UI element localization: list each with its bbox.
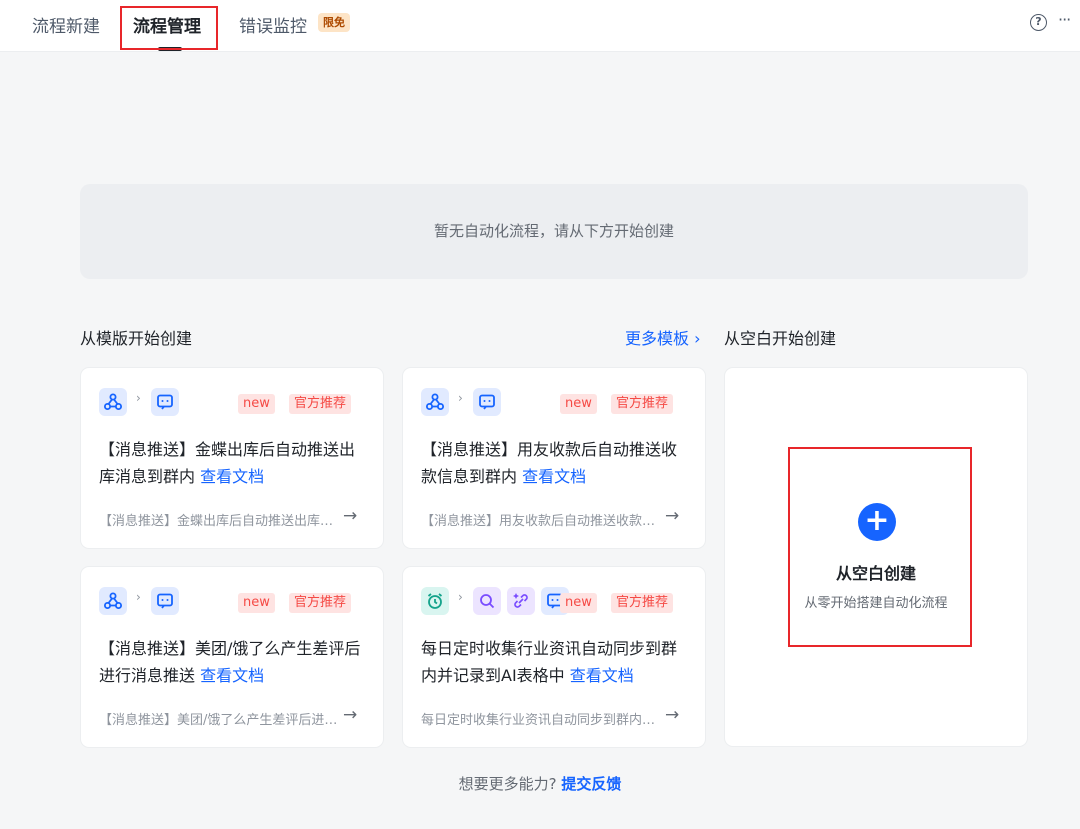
official-recommend-tag: 官方推荐 [611,593,674,613]
webhook-icon [99,587,127,615]
view-doc-link[interactable]: 查看文档 [200,467,264,486]
card-description: 每日定时收集行业资讯自动同步到群内并记录到AI表格中 [421,713,661,728]
view-doc-link[interactable]: 查看文档 [522,467,586,486]
card-description: 【消息推送】金蝶出库后自动推送出库消息到群内 [99,514,339,529]
webhook-icon [99,388,127,416]
template-card[interactable]: › new 官方推荐 【消息推送】金蝶出库后自动推送出库消息到群内 查看文档 【… [81,368,383,548]
more-templates-link[interactable]: 更多模板 › [625,325,701,349]
card-title: 【消息推送】金蝶出库后自动推送出库消息到群内 查看文档 [99,440,356,486]
chevron-right-icon: › [694,329,701,348]
more-horizontal-icon[interactable]: ··· [1058,10,1071,29]
templates-section-title: 从模版开始创建 [80,329,193,348]
new-tag: new [238,394,275,414]
highlight-box-blank [788,447,972,647]
card-title: 每日定时收集行业资讯自动同步到群内并记录到AI表格中 查看文档 [421,639,678,685]
arrow-right-icon[interactable]: → [343,506,357,526]
card-description: 【消息推送】用友收款后自动推送收款信息到群内 [421,514,661,529]
chevron-right-icon: › [458,590,463,604]
webhook-icon [421,388,449,416]
template-card[interactable]: › new 官方推荐 【消息推送】用友收款后自动推送收款信息到群内 查看文档 【… [403,368,705,548]
template-card[interactable]: › new 官方推荐 每日定时收集行业资讯自动同步到群内并记录到AI表格中 查看… [403,567,705,747]
limited-free-badge: 限免 [318,13,350,32]
chevron-right-icon: › [136,391,141,405]
submit-feedback-link[interactable]: 提交反馈 [561,775,621,793]
view-doc-link[interactable]: 查看文档 [200,666,264,685]
feedback-prompt: 想要更多能力? [458,775,557,793]
search-icon [473,587,501,615]
view-doc-link[interactable]: 查看文档 [570,666,634,685]
card-description: 【消息推送】美团/饿了么产生差评后进行消息推送 [99,713,339,728]
help-circle-icon[interactable]: ? [1030,14,1047,31]
chevron-right-icon: › [136,590,141,604]
arrow-right-icon[interactable]: → [665,705,679,725]
tab-error-monitor[interactable]: 错误监控 [239,12,307,37]
new-tag: new [238,593,275,613]
official-recommend-tag: 官方推荐 [289,593,352,613]
card-title: 【消息推送】用友收款后自动推送收款信息到群内 查看文档 [421,440,678,486]
arrow-right-icon[interactable]: → [343,705,357,725]
feedback-line: 想要更多能力? 提交反馈 [0,773,1080,794]
chevron-right-icon: › [458,391,463,405]
ai-link-icon [507,587,535,615]
highlight-box-tab [120,6,218,50]
arrow-right-icon[interactable]: → [665,506,679,526]
message-icon [151,587,179,615]
card-title: 【消息推送】美团/饿了么产生差评后进行消息推送 查看文档 [99,639,361,685]
new-tag: new [560,394,597,414]
message-icon [473,388,501,416]
empty-state-banner: 暂无自动化流程，请从下方开始创建 [80,184,1028,279]
alarm-clock-icon [421,587,449,615]
new-tag: new [560,593,597,613]
official-recommend-tag: 官方推荐 [289,394,352,414]
template-card[interactable]: › new 官方推荐 【消息推送】美团/饿了么产生差评后进行消息推送 查看文档 … [81,567,383,747]
official-recommend-tag: 官方推荐 [611,394,674,414]
message-icon [151,388,179,416]
tab-create-flow[interactable]: 流程新建 [32,12,100,37]
blank-section-title: 从空白开始创建 [724,329,837,348]
